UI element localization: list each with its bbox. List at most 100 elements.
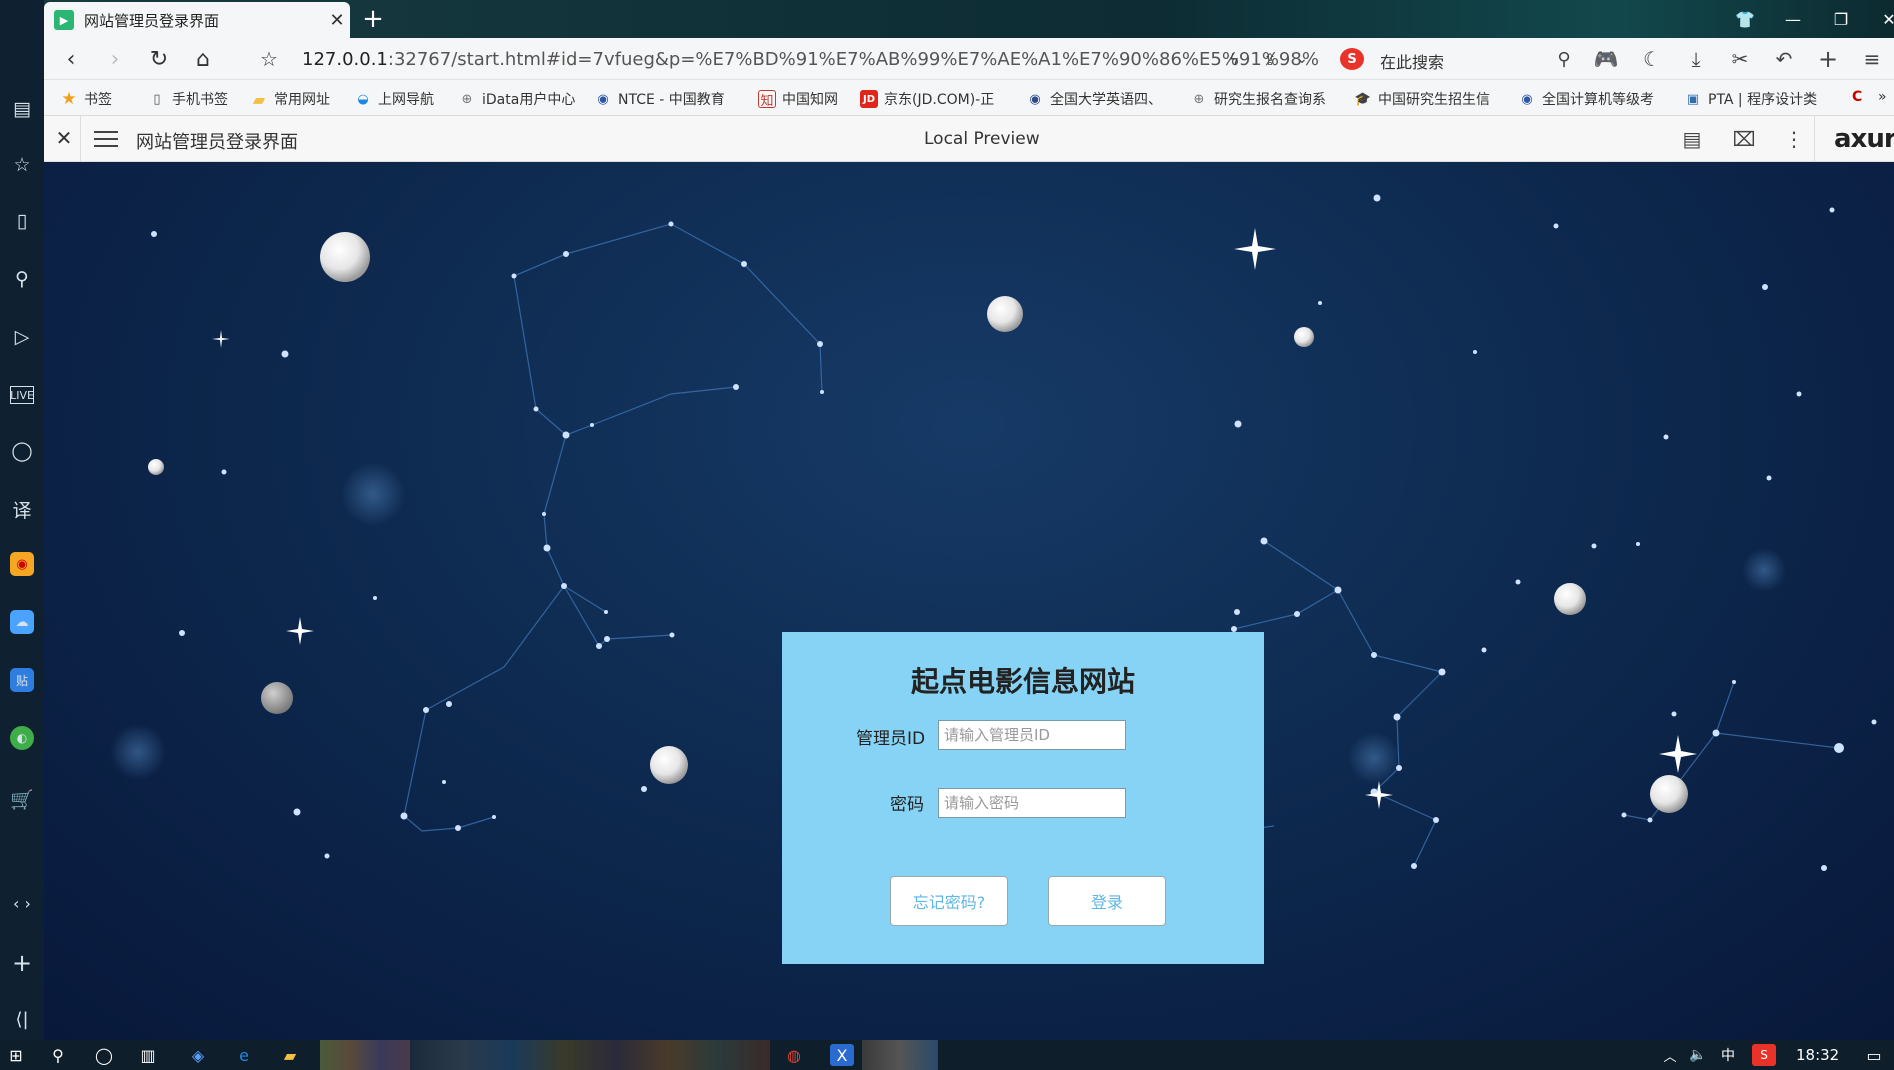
task-view-icon[interactable]: ▥ bbox=[136, 1044, 160, 1066]
add-icon[interactable]: + bbox=[7, 948, 37, 978]
url-path: :32767/start.html#id=7vfueg&p=%E7%BD%91%… bbox=[387, 49, 1319, 70]
blurred-taskbar-apps bbox=[410, 1040, 770, 1070]
screenshot-icon[interactable]: ✂ bbox=[1726, 44, 1754, 74]
home-icon[interactable]: ⌂ bbox=[188, 44, 218, 74]
adaptive-view-icon[interactable]: ⌧ bbox=[1730, 124, 1758, 154]
cortana-icon[interactable]: ◯ bbox=[92, 1044, 116, 1066]
ime-indicator[interactable]: 中 bbox=[1716, 1044, 1740, 1066]
cart-icon[interactable]: 🛒 bbox=[7, 784, 37, 814]
globe-icon: ◒ bbox=[357, 91, 369, 107]
windows-start-icon[interactable]: ⊞ bbox=[4, 1044, 28, 1066]
back-icon[interactable]: ‹ bbox=[56, 44, 86, 74]
chrome-icon[interactable]: ◍ bbox=[782, 1044, 806, 1066]
jd-icon: JD bbox=[860, 90, 878, 108]
search-go-icon[interactable]: ⚲ bbox=[1550, 44, 1578, 74]
live-icon[interactable]: LIVE bbox=[10, 386, 34, 404]
prototype-canvas: 起点电影信息网站 管理员ID 密码 忘记密码? 登录 bbox=[44, 162, 1894, 1040]
password-input[interactable] bbox=[938, 788, 1126, 818]
bookmark-item[interactable]: ⊕ 研究生报名查询系 bbox=[1190, 89, 1326, 109]
axure-toolbar: ✕ 网站管理员登录界面 Local Preview ▤ ⌧ ⋮ axure bbox=[44, 116, 1894, 162]
notes-icon[interactable]: ▤ bbox=[7, 94, 37, 124]
folder-icon: ▰ bbox=[252, 89, 266, 109]
bookmark-item[interactable]: JD 京东(JD.COM)-正 bbox=[860, 89, 994, 109]
more-options-icon[interactable]: ⋮ bbox=[1780, 124, 1808, 154]
toolbar-divider bbox=[80, 116, 81, 162]
tab-bar: ▶ 网站管理员登录界面 ✕ + 👕 — ❐ ✕ bbox=[44, 0, 1894, 38]
tray-expand-icon[interactable]: ︿ bbox=[1658, 1044, 1682, 1066]
main-menu-icon[interactable]: ≡ bbox=[1858, 44, 1886, 74]
sidebar-scroll-arrows-icon[interactable]: ‹ › bbox=[7, 888, 37, 918]
sogou-ime-icon[interactable]: S bbox=[1752, 1044, 1776, 1066]
bookmark-item[interactable]: ⊕ iData用户中心 bbox=[458, 89, 576, 109]
bookmarks-more-icon[interactable]: » bbox=[1878, 89, 1887, 105]
search-engine-icon[interactable]: S bbox=[1340, 48, 1364, 70]
taskbar-clock[interactable]: 18:32 bbox=[1796, 1046, 1839, 1064]
weather-icon[interactable]: ☁ bbox=[10, 610, 34, 634]
bookmark-item[interactable]: ◉ 全国大学英语四、 bbox=[1026, 89, 1162, 109]
bookmark-item[interactable]: 知中国知网 bbox=[758, 89, 838, 109]
new-tab-button[interactable]: + bbox=[358, 4, 388, 34]
reader-icon[interactable]: ▯ bbox=[7, 206, 37, 236]
night-mode-icon[interactable]: ☾ bbox=[1638, 44, 1666, 74]
search-icon[interactable]: ⚲ bbox=[7, 264, 37, 294]
notification-icon[interactable]: ▭ bbox=[1862, 1044, 1886, 1066]
bookmark-item[interactable]: ★ 书签 bbox=[60, 89, 112, 109]
bookmark-item[interactable]: ◉ NTCE - 中国教育 bbox=[594, 89, 724, 109]
url-field[interactable]: 127.0.0.1:32767/start.html#id=7vfueg&p=%… bbox=[302, 49, 1319, 70]
overflow-bookmark-icon[interactable]: C bbox=[1852, 89, 1862, 105]
chat-icon[interactable]: ◯ bbox=[7, 436, 37, 466]
globe-icon: ⊕ bbox=[461, 91, 473, 107]
favorites-icon[interactable]: ☆ bbox=[7, 150, 37, 180]
bookmark-item[interactable]: 🎓 中国研究生招生信 bbox=[1354, 89, 1490, 109]
xmind-icon[interactable]: X bbox=[830, 1044, 854, 1066]
bookmark-item[interactable]: ◒ 上网导航 bbox=[354, 89, 434, 109]
video-icon[interactable]: ▷ bbox=[7, 322, 37, 352]
weibo-icon[interactable]: ◉ bbox=[10, 552, 34, 576]
lightning-icon[interactable]: ϟ bbox=[1220, 44, 1248, 74]
undo-icon[interactable]: ↶ bbox=[1770, 44, 1798, 74]
download-icon[interactable]: ⤓ bbox=[1682, 44, 1710, 74]
active-tab[interactable]: ▶ 网站管理员登录界面 ✕ bbox=[44, 2, 350, 38]
app-icon[interactable]: ◈ bbox=[186, 1044, 210, 1066]
tab-close-icon[interactable]: ✕ bbox=[324, 10, 350, 31]
cnki-icon: 知 bbox=[758, 90, 776, 109]
globe-icon: ◉ bbox=[597, 91, 609, 107]
forward-icon[interactable]: › bbox=[100, 44, 130, 74]
url-dropdown-icon[interactable]: ⌄ bbox=[1288, 44, 1316, 74]
globe-icon: ◉ bbox=[1029, 91, 1041, 107]
phone-icon: ▯ bbox=[153, 91, 161, 107]
game-center-icon[interactable]: 🎮 bbox=[1592, 44, 1620, 74]
bookmark-star-icon[interactable]: ☆ bbox=[254, 44, 284, 74]
search-icon[interactable]: ⚲ bbox=[46, 1044, 70, 1066]
login-panel: 起点电影信息网站 管理员ID 密码 忘记密码? 登录 bbox=[782, 632, 1264, 964]
game-icon[interactable]: ◐ bbox=[10, 726, 34, 750]
hamburger-menu-icon[interactable] bbox=[92, 126, 120, 152]
axure-logo: axure bbox=[1834, 124, 1894, 154]
share-icon[interactable]: ⇪ bbox=[1256, 44, 1284, 74]
bookmark-item[interactable]: ◉ 全国计算机等级考 bbox=[1518, 89, 1654, 109]
globe-icon: ◉ bbox=[1521, 91, 1533, 107]
notes-panel-icon[interactable]: ▤ bbox=[1678, 124, 1706, 154]
search-input[interactable]: 在此搜索 bbox=[1380, 49, 1444, 73]
collapse-sidebar-icon[interactable]: ⟨| bbox=[7, 1004, 37, 1034]
volume-icon[interactable]: 🔈 bbox=[1686, 1044, 1710, 1066]
bookmark-item[interactable]: ▯ 手机书签 bbox=[148, 89, 228, 109]
bookmark-item[interactable]: ▣ PTA | 程序设计类 bbox=[1684, 89, 1817, 109]
page-title: 网站管理员登录界面 bbox=[136, 132, 298, 153]
file-explorer-icon[interactable]: ▰ bbox=[278, 1044, 302, 1066]
translate-icon[interactable]: 译 bbox=[7, 494, 37, 524]
skin-icon[interactable]: 👕 bbox=[1730, 4, 1760, 34]
login-button[interactable]: 登录 bbox=[1048, 876, 1166, 926]
reload-icon[interactable]: ↻ bbox=[144, 44, 174, 74]
forgot-password-button[interactable]: 忘记密码? bbox=[890, 876, 1008, 926]
address-bar: ‹ › ↻ ⌂ ☆ 127.0.0.1:32767/start.html#id=… bbox=[44, 38, 1894, 80]
admin-id-input[interactable] bbox=[938, 720, 1126, 750]
restore-icon[interactable]: ❐ bbox=[1826, 4, 1856, 34]
close-window-icon[interactable]: ✕ bbox=[1874, 4, 1894, 34]
bookmark-item[interactable]: ▰ 常用网址 bbox=[250, 89, 330, 109]
close-preview-icon[interactable]: ✕ bbox=[52, 126, 76, 150]
tieba-icon[interactable]: 贴 bbox=[10, 668, 34, 692]
add-tool-icon[interactable]: + bbox=[1814, 44, 1842, 74]
minimize-icon[interactable]: — bbox=[1778, 4, 1808, 34]
edge-icon[interactable]: e bbox=[232, 1044, 256, 1066]
